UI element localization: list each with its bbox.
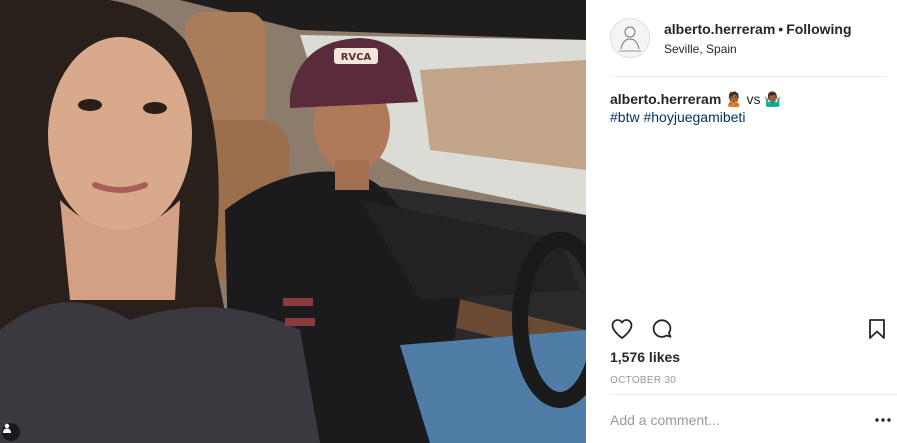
post-caption: alberto.herreram 🙎🏾 vs 🤷🏾‍♂️ #btw #hoyju…: [610, 90, 887, 126]
heart-icon[interactable]: [610, 317, 634, 341]
tag-people-icon[interactable]: [2, 423, 20, 441]
header-separator: •: [778, 20, 784, 37]
likes-count[interactable]: 1,576 likes: [610, 349, 680, 365]
post-photo[interactable]: RVCA: [0, 0, 586, 443]
bookmark-icon[interactable]: [867, 318, 887, 340]
post-actions: [610, 315, 887, 343]
photo-illustration: RVCA: [0, 0, 586, 443]
following-button[interactable]: Following: [786, 21, 851, 37]
location-link[interactable]: Seville, Spain: [664, 42, 852, 56]
comment-bar: [610, 394, 897, 443]
header-username[interactable]: alberto.herreram: [664, 21, 775, 37]
person-glyph-icon: [3, 423, 11, 433]
post-header: alberto.herreram • Following Seville, Spai…: [610, 0, 887, 77]
instagram-post: RVCA alberto.herreram • Following Sevill…: [0, 0, 897, 443]
avatar[interactable]: [610, 18, 650, 58]
caption-text: 🙎🏾 vs 🤷🏾‍♂️: [725, 91, 782, 107]
hashtag-link[interactable]: #hoyjuegamibeti: [643, 109, 745, 125]
more-options-icon[interactable]: [871, 408, 895, 432]
hashtag-link[interactable]: #btw: [610, 109, 640, 125]
header-text: alberto.herreram • Following Seville, Spai…: [664, 20, 852, 57]
caption-username[interactable]: alberto.herreram: [610, 91, 721, 107]
svg-text:RVCA: RVCA: [341, 52, 372, 63]
comment-input[interactable]: [610, 411, 871, 428]
avatar-sketch-icon: [611, 19, 649, 57]
post-date[interactable]: OCTOBER 30: [610, 375, 676, 386]
post-side-panel: alberto.herreram • Following Seville, Spai…: [586, 0, 897, 443]
comment-icon[interactable]: [650, 317, 674, 341]
